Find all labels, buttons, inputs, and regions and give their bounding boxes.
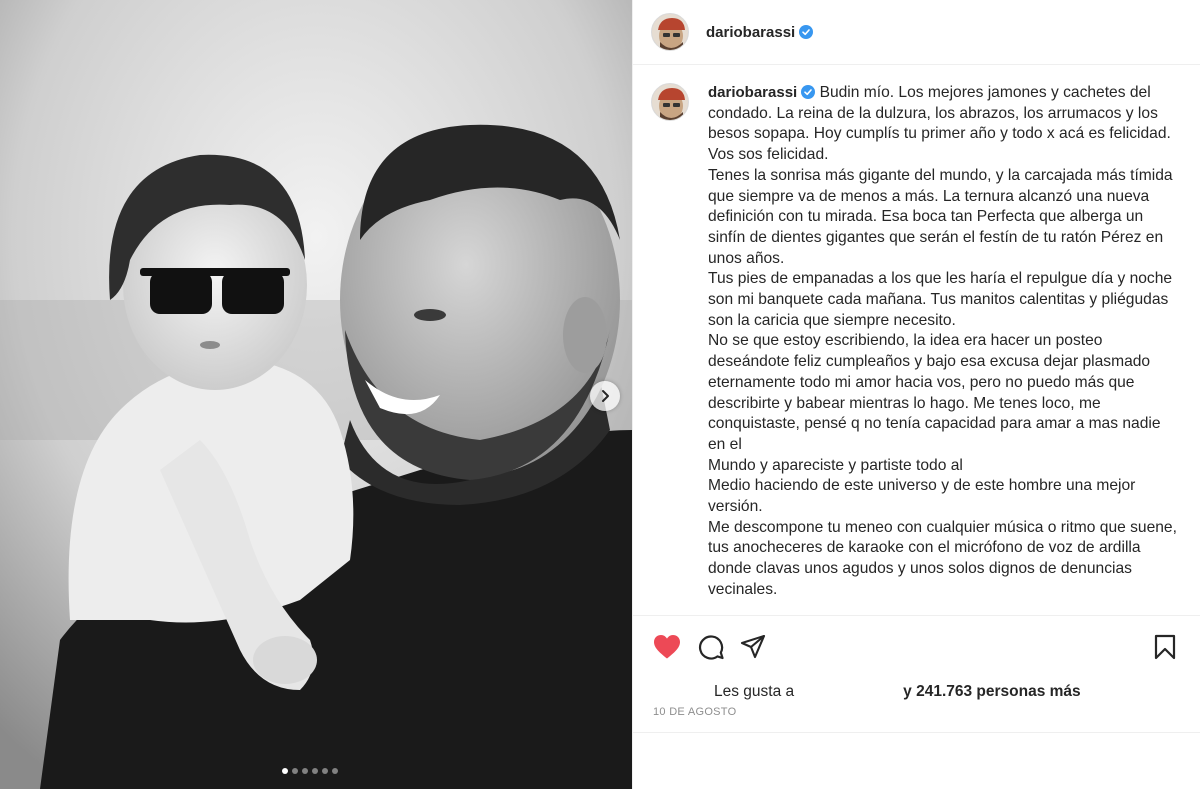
- save-button[interactable]: [1154, 634, 1176, 660]
- share-button[interactable]: [740, 634, 766, 660]
- post-photo[interactable]: [0, 0, 632, 789]
- comment-button[interactable]: [698, 634, 724, 660]
- comment-icon: [698, 635, 724, 660]
- post-sidebar: dariobarassi dariobarassi Budin mío. Los…: [632, 0, 1200, 789]
- carousel-dot: [282, 768, 288, 774]
- likes-summary: Les gusta a y 241.763 personas más: [714, 683, 1081, 701]
- likes-count[interactable]: y 241.763 personas más: [903, 683, 1081, 700]
- like-button[interactable]: [653, 634, 681, 660]
- caption-row: dariobarassi Budin mío. Los mejores jamo…: [633, 66, 1200, 601]
- likes-prefix: Les gusta a: [714, 683, 795, 700]
- action-bar: [651, 630, 1182, 664]
- carousel-dot: [292, 768, 298, 774]
- carousel-dot: [312, 768, 318, 774]
- comments-area[interactable]: dariobarassi Budin mío. Los mejores jamo…: [633, 66, 1200, 615]
- post-header: dariobarassi: [633, 0, 1200, 65]
- heart-icon: [654, 635, 680, 659]
- chevron-right-icon: [602, 390, 609, 402]
- avatar-image: [652, 14, 688, 50]
- avatar[interactable]: [651, 13, 689, 51]
- carousel-dot: [302, 768, 308, 774]
- post-date[interactable]: 10 DE AGOSTO: [653, 706, 736, 718]
- header-username[interactable]: dariobarassi: [706, 24, 795, 41]
- bookmark-icon: [1154, 634, 1176, 660]
- share-icon: [740, 634, 766, 659]
- post-actions: Les gusta a y 241.763 personas más 10 DE …: [633, 615, 1200, 733]
- caption-avatar[interactable]: [651, 83, 689, 121]
- photo-scene: [0, 0, 632, 789]
- carousel-dot: [332, 768, 338, 774]
- carousel-next-button[interactable]: [590, 381, 620, 411]
- caption-username[interactable]: dariobarassi: [708, 84, 797, 101]
- caption-body: Budin mío. Los mejores jamones y cachete…: [708, 84, 1177, 598]
- avatar-image: [652, 84, 688, 120]
- verified-badge-icon: [799, 25, 814, 39]
- post-caption: dariobarassi Budin mío. Los mejores jamo…: [708, 83, 1178, 601]
- carousel-indicator: [282, 768, 338, 774]
- verified-badge-icon: [801, 85, 816, 99]
- carousel-dot: [322, 768, 328, 774]
